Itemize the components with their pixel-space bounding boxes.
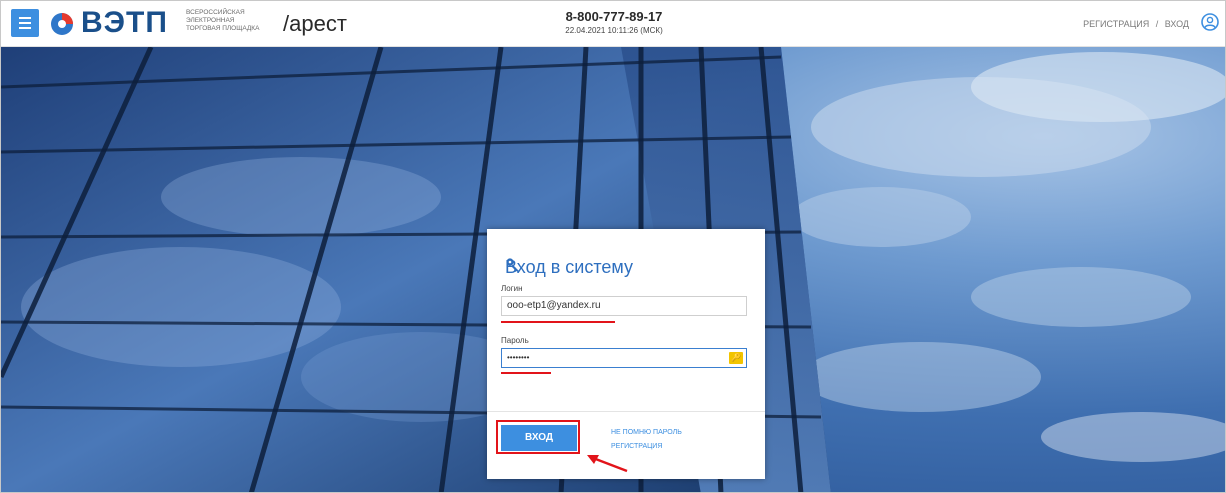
card-divider [487, 411, 765, 412]
link-separator: / [1155, 19, 1159, 29]
password-underline-highlight [501, 372, 551, 374]
key-badge-icon[interactable]: 🔑 [729, 352, 743, 364]
password-field[interactable]: •••••••• 🔑 [501, 348, 747, 368]
user-circle-icon[interactable] [1201, 13, 1219, 31]
login-submit-button[interactable]: ВХОД [501, 425, 577, 451]
app-window: ВЭТП ВСЕРОССИЙСКАЯ ЭЛЕКТРОННАЯ ТОРГОВАЯ … [0, 0, 1226, 493]
header-bar: ВЭТП ВСЕРОССИЙСКАЯ ЭЛЕКТРОННАЯ ТОРГОВАЯ … [1, 1, 1225, 47]
login-label: Логин [501, 284, 523, 293]
server-datetime: 22.04.2021 10:11:26 (МСК) [565, 26, 663, 35]
header-register-link[interactable]: РЕГИСТРАЦИЯ [1083, 19, 1149, 29]
login-title: Вход в систему [505, 257, 633, 277]
phone-number: 8-800-777-89-17 [565, 9, 663, 24]
key-icon [506, 258, 519, 272]
hero-background: Вход в систему Логин ooo-etp1@yandex.ru … [1, 47, 1225, 492]
header-login-link[interactable]: ВХОД [1165, 19, 1189, 29]
forgot-password-link[interactable]: НЕ ПОМНЮ ПАРОЛЬ [611, 429, 682, 436]
auth-links: РЕГИСТРАЦИЯ / ВХОД [1083, 19, 1189, 29]
login-card: Вход в систему Логин ooo-etp1@yandex.ru … [487, 229, 765, 479]
arrow-pointer-icon [587, 455, 628, 473]
password-label: Пароль [501, 336, 529, 345]
register-link[interactable]: РЕГИСТРАЦИЯ [611, 443, 662, 450]
login-underline-highlight [501, 321, 615, 323]
login-field[interactable]: ooo-etp1@yandex.ru [501, 296, 747, 316]
